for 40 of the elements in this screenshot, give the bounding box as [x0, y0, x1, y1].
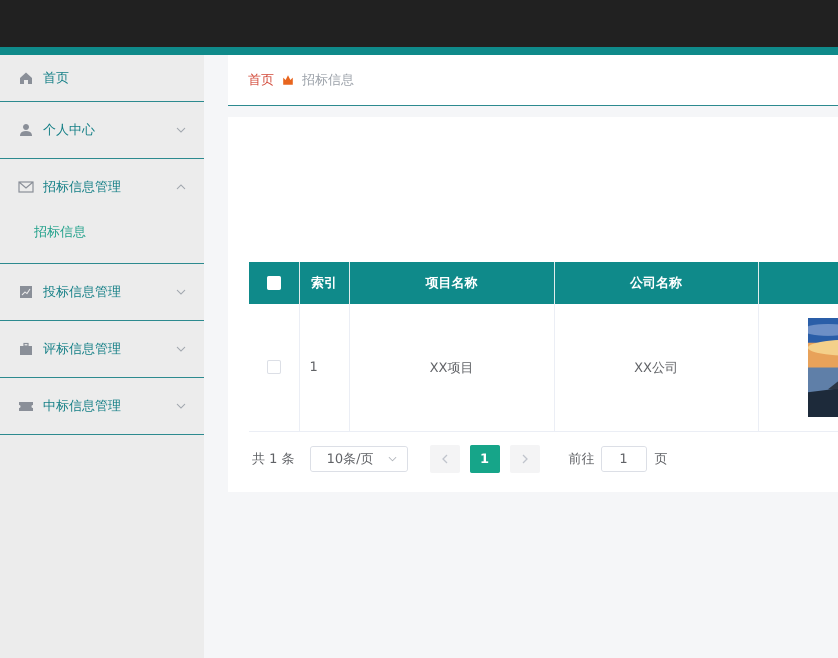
home-icon: [18, 71, 34, 85]
goto-label: 前往: [568, 451, 595, 468]
sidebar-item[interactable]: 招标信息管理: [0, 159, 204, 215]
ticket-icon: [18, 399, 34, 413]
sidebar-item[interactable]: 评标信息管理: [0, 321, 204, 377]
table-cell: XX项目: [349, 304, 554, 432]
breadcrumb-link[interactable]: 首页: [248, 71, 274, 89]
select-all-checkbox[interactable]: [266, 276, 281, 290]
chevron-right-icon: [522, 454, 528, 464]
column-header: 索引: [299, 262, 349, 304]
menu-label: 个人中心: [43, 122, 96, 139]
menu-label: 评标信息管理: [43, 341, 122, 358]
row-checkbox[interactable]: [266, 360, 281, 374]
page-input[interactable]: 1: [600, 446, 647, 472]
user-icon: [18, 123, 34, 137]
sidebar-item[interactable]: 首页: [0, 55, 204, 101]
table-cell: 1: [299, 304, 349, 432]
chart-icon: [18, 285, 34, 299]
submenu-item[interactable]: 招标信息: [0, 215, 204, 263]
envelope-icon: [18, 180, 34, 194]
briefcase-icon: [18, 342, 34, 356]
column-header: 项目名称: [349, 262, 554, 304]
page-size-select[interactable]: 10条/页: [310, 446, 408, 472]
chevron-down-icon: [388, 456, 396, 462]
menu-label: 投标信息管理: [43, 284, 122, 301]
next-page-button[interactable]: [510, 445, 540, 473]
menu-label: 首页: [43, 70, 70, 87]
menu-label: 中标信息管理: [43, 398, 122, 415]
table-cell: XX公司: [554, 304, 758, 432]
prev-page-button[interactable]: [430, 445, 460, 473]
page-button[interactable]: 1: [470, 445, 500, 473]
sidebar-item[interactable]: 投标信息管理: [0, 264, 204, 320]
crown-icon: [282, 74, 294, 86]
chevron-left-icon: [442, 454, 448, 464]
column-header: 公司名称: [554, 262, 758, 304]
sidebar-item[interactable]: 中标信息管理: [0, 378, 204, 434]
sidebar-item[interactable]: 个人中心: [0, 102, 204, 158]
menu-label: 招标信息管理: [43, 179, 122, 196]
total-count: 共 1 条: [252, 451, 295, 468]
page-suffix: 页: [654, 451, 668, 468]
